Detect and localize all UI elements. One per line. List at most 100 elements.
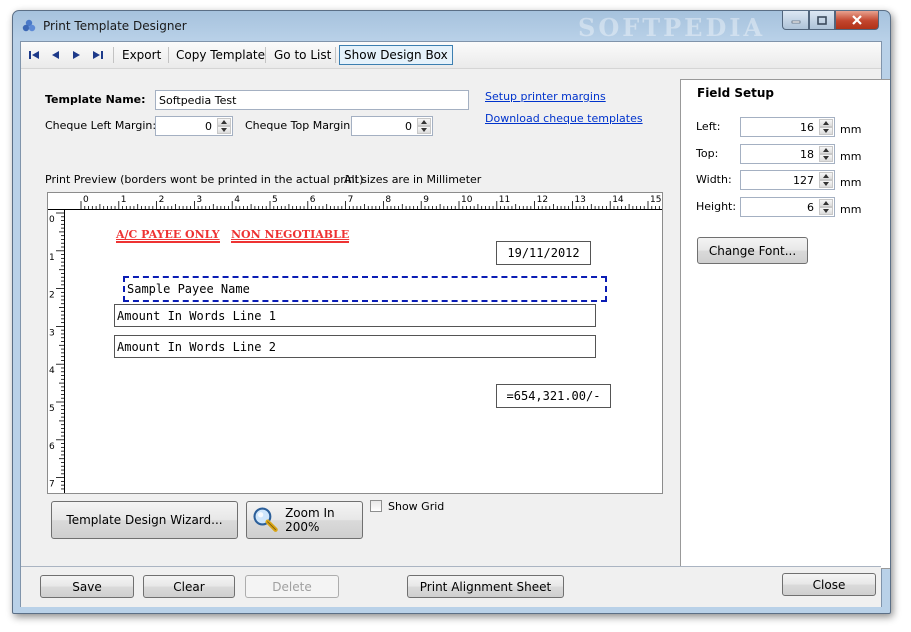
field-width-unit: mm — [840, 176, 862, 189]
ruler-top-label: 6 — [310, 195, 316, 205]
ruler-left-ticks: 0 1 2 3 4 5 6 7 — [49, 212, 64, 490]
toolbar-separator — [113, 47, 114, 63]
template-name-label: Template Name: — [45, 93, 146, 106]
ruler-left-label: 5 — [49, 404, 55, 414]
print-preview[interactable]: 0 1 2 3 4 5 6 7 8 9 10 11 12 13 14 15 01234567 A/C PAYE… — [47, 192, 663, 494]
spin-down-icon[interactable] — [819, 180, 833, 188]
spin-up-icon[interactable] — [819, 119, 833, 127]
spin-up-icon[interactable] — [819, 199, 833, 207]
show-grid-label[interactable]: Show Grid — [388, 500, 444, 513]
ruler-top-label: 15 — [650, 195, 661, 205]
amount-words-line-1-field[interactable]: Amount In Words Line 1 — [114, 304, 596, 327]
spin-down-icon[interactable] — [417, 126, 431, 134]
spin-down-icon[interactable] — [217, 126, 231, 134]
zoom-in-button[interactable]: Zoom In 200% — [246, 501, 363, 539]
ruler-top-label: 1 — [121, 195, 127, 205]
maximize-icon — [817, 15, 827, 25]
template-design-wizard-button[interactable]: Template Design Wizard... — [51, 501, 238, 539]
spin-down-icon[interactable] — [819, 154, 833, 162]
field-height-stepper[interactable]: 6 — [740, 197, 835, 217]
zoom-in-label: Zoom In 200% — [285, 506, 335, 534]
ruler-top-ticks: 0 1 2 3 4 5 6 7 8 9 10 11 12 13 14 15 — [80, 195, 661, 209]
ruler-top-label: 5 — [272, 195, 278, 205]
template-name-input[interactable]: Softpedia Test — [155, 90, 469, 110]
field-left-value: 16 — [800, 121, 814, 134]
field-left-label: Left: — [696, 120, 721, 133]
spin-up-icon[interactable] — [217, 118, 231, 126]
close-window-button[interactable] — [835, 11, 879, 30]
delete-button[interactable]: Delete — [245, 575, 339, 598]
spin-up-icon[interactable] — [819, 172, 833, 180]
ruler-top-label: 7 — [348, 195, 354, 205]
close-button[interactable]: Close — [782, 573, 876, 596]
setup-printer-margins-link[interactable]: Setup printer margins — [485, 90, 606, 103]
ruler-left-label: 0 — [49, 215, 55, 225]
ruler-top-label: 9 — [423, 195, 429, 205]
go-to-list-button[interactable]: Go to List — [270, 45, 335, 65]
download-cheque-templates-link[interactable]: Download cheque templates — [485, 112, 643, 125]
cheque-canvas[interactable]: A/C PAYEE ONLY NON NEGOTIABLE 19/11/2012… — [65, 210, 662, 493]
cheque-top-margin-value: 0 — [405, 120, 412, 133]
payee-field[interactable]: Sample Payee Name — [123, 276, 607, 302]
toolbar-separator — [335, 47, 336, 63]
amount-field[interactable]: =654,321.00/- — [496, 384, 611, 408]
date-field[interactable]: 19/11/2012 — [496, 241, 591, 265]
client-area: Export Copy Template Go to List Show Des… — [20, 41, 890, 607]
toolbar: Export Copy Template Go to List Show Des… — [21, 42, 881, 69]
payee-only-stamp[interactable]: A/C PAYEE ONLY — [116, 228, 220, 243]
app-icon — [22, 19, 36, 32]
field-width-value: 127 — [793, 174, 814, 187]
field-width-stepper[interactable]: 127 — [740, 170, 835, 190]
title-bar[interactable]: Print Template Designer SOFTPEDIA — [13, 11, 890, 42]
non-negotiable-stamp[interactable]: NON NEGOTIABLE — [231, 228, 350, 243]
copy-template-button[interactable]: Copy Template — [172, 45, 269, 65]
save-button[interactable]: Save — [40, 575, 134, 598]
print-alignment-sheet-button[interactable]: Print Alignment Sheet — [407, 575, 564, 598]
amount-words-line-2-field[interactable]: Amount In Words Line 2 — [114, 335, 596, 358]
field-height-value: 6 — [807, 201, 814, 214]
watermark: SOFTPEDIA — [578, 13, 766, 42]
bottom-bar: Save Clear Delete Print Alignment Sheet … — [21, 566, 881, 607]
first-icon[interactable] — [28, 49, 40, 61]
next-icon[interactable] — [71, 49, 83, 61]
field-setup-title: Field Setup — [697, 86, 774, 100]
show-design-box-button[interactable]: Show Design Box — [339, 45, 453, 65]
toolbar-separator — [168, 47, 169, 63]
change-font-button[interactable]: Change Font... — [697, 237, 808, 264]
field-width-label: Width: — [696, 173, 732, 186]
cheque-top-margin-label: Cheque Top Margin: — [245, 119, 354, 132]
field-top-unit: mm — [840, 150, 862, 163]
close-icon — [852, 15, 862, 25]
export-button[interactable]: Export — [118, 45, 165, 65]
ruler-top-label: 4 — [234, 195, 240, 205]
minimize-button[interactable] — [782, 11, 809, 30]
cheque-top-margin-stepper[interactable]: 0 — [351, 116, 433, 136]
field-left-stepper[interactable]: 16 — [740, 117, 835, 137]
toolbar-separator — [265, 47, 266, 63]
field-height-unit: mm — [840, 203, 862, 216]
spin-down-icon[interactable] — [819, 127, 833, 135]
cheque-left-margin-label: Cheque Left Margin: — [45, 119, 157, 132]
cheque-left-margin-value: 0 — [205, 120, 212, 133]
ruler-left: 0 1 2 3 4 5 6 7 — [48, 209, 65, 493]
spin-up-icon[interactable] — [417, 118, 431, 126]
clear-button[interactable]: Clear — [143, 575, 235, 598]
ruler-top-label: 0 — [83, 195, 89, 205]
cheque-left-margin-stepper[interactable]: 0 — [155, 116, 233, 136]
field-top-value: 18 — [800, 148, 814, 161]
field-left-unit: mm — [840, 123, 862, 136]
spin-down-icon[interactable] — [819, 207, 833, 215]
maximize-button[interactable] — [809, 11, 835, 30]
field-top-stepper[interactable]: 18 — [740, 144, 835, 164]
show-grid-checkbox[interactable] — [370, 500, 382, 512]
ruler-top-label: 8 — [385, 195, 391, 205]
ruler-top-label: 11 — [499, 195, 510, 205]
last-icon[interactable] — [92, 49, 104, 61]
ruler-left-label: 6 — [49, 442, 55, 452]
prev-icon[interactable] — [49, 49, 61, 61]
print-preview-caption: Print Preview (borders wont be printed i… — [45, 173, 364, 186]
units-note: All sizes are in Millimeter — [344, 173, 482, 186]
ruler-left-label: 3 — [49, 328, 55, 338]
ruler-top-label: 13 — [574, 195, 585, 205]
spin-up-icon[interactable] — [819, 146, 833, 154]
